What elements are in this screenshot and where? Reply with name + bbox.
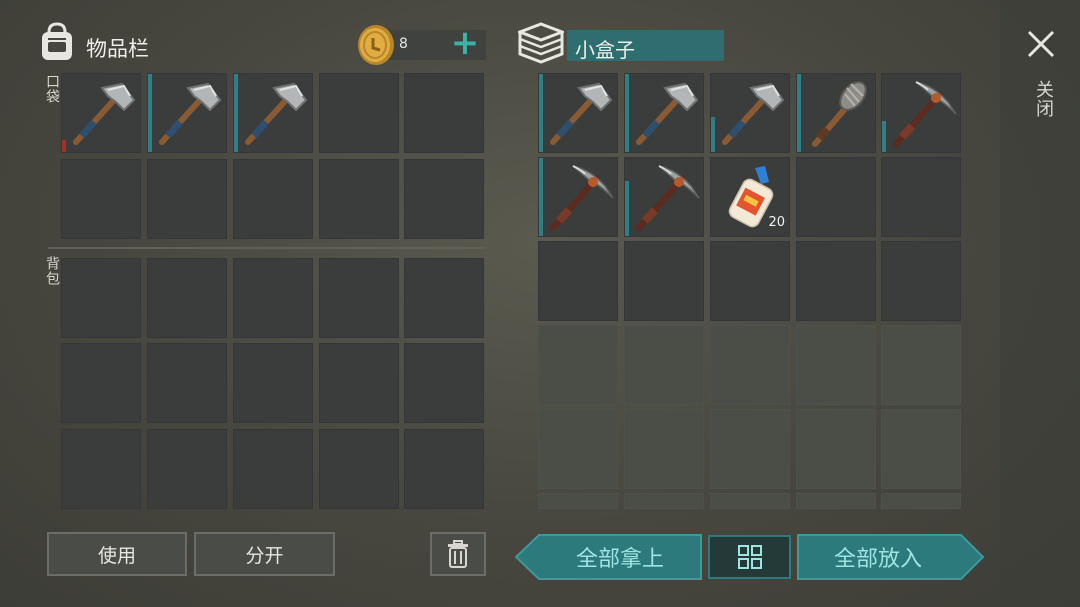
container-panel: 小盒子 20 全部拿上 全部放入 xyxy=(500,0,1000,607)
club-icon xyxy=(812,81,867,147)
container-slot[interactable] xyxy=(538,325,618,405)
durability-bar xyxy=(797,74,801,152)
container-slot[interactable] xyxy=(538,409,618,489)
container-slot[interactable] xyxy=(796,157,876,237)
container-slot[interactable] xyxy=(796,241,876,321)
durability-bar xyxy=(62,140,66,152)
durability-bar xyxy=(539,74,543,152)
container-slot[interactable] xyxy=(881,157,961,237)
backpack-slot[interactable] xyxy=(404,258,484,338)
sort-button[interactable] xyxy=(708,535,791,579)
hammer-icon xyxy=(159,82,222,145)
container-slot[interactable] xyxy=(538,241,618,321)
pickaxe-icon xyxy=(893,81,957,147)
backpack-slot[interactable] xyxy=(319,258,399,338)
backpack-slot[interactable] xyxy=(233,343,313,423)
hammer-icon xyxy=(636,82,699,145)
trash-button[interactable] xyxy=(430,532,486,576)
backpack-slot[interactable] xyxy=(147,343,227,423)
durability-bar xyxy=(234,74,238,152)
inventory-title: 物品栏 xyxy=(86,37,149,61)
container-slot[interactable] xyxy=(624,325,704,405)
durability-bar xyxy=(711,117,715,152)
split-button[interactable]: 分开 xyxy=(194,532,335,576)
container-slot[interactable] xyxy=(538,493,618,509)
container-slot[interactable] xyxy=(624,73,704,153)
pocket-slot[interactable] xyxy=(147,159,227,239)
container-slot[interactable] xyxy=(624,157,704,237)
pocket-slot[interactable] xyxy=(147,73,227,153)
backpack-label: 背包 xyxy=(44,256,60,286)
container-slot[interactable] xyxy=(710,73,790,153)
container-slot[interactable] xyxy=(624,241,704,321)
pocket-slot[interactable] xyxy=(319,159,399,239)
backpack-slot[interactable] xyxy=(147,429,227,509)
container-slot[interactable] xyxy=(624,409,704,489)
close-icon xyxy=(1027,30,1055,58)
use-button[interactable]: 使用 xyxy=(47,532,187,576)
durability-bar xyxy=(148,74,152,152)
pickaxe-icon xyxy=(636,165,700,231)
durability-bar xyxy=(625,181,629,236)
container-slot[interactable] xyxy=(881,325,961,405)
hammer-icon xyxy=(722,82,785,145)
container-slot[interactable]: 20 xyxy=(710,157,790,237)
container-slot[interactable] xyxy=(538,157,618,237)
backpack-slot[interactable] xyxy=(233,258,313,338)
container-slot[interactable] xyxy=(796,73,876,153)
backpack-slot[interactable] xyxy=(404,343,484,423)
backpack-slot[interactable] xyxy=(233,429,313,509)
container-slot[interactable] xyxy=(710,409,790,489)
coin-count: 8 xyxy=(399,36,408,52)
hammer-icon xyxy=(73,82,136,145)
close-button[interactable]: 关闭 xyxy=(1015,26,1067,136)
container-slot[interactable] xyxy=(710,241,790,321)
container-slot[interactable] xyxy=(796,493,876,509)
backpack-slot[interactable] xyxy=(404,429,484,509)
pocket-slot[interactable] xyxy=(61,73,141,153)
container-slot[interactable] xyxy=(881,493,961,509)
container-slot[interactable] xyxy=(881,73,961,153)
durability-bar xyxy=(539,158,543,236)
hammer-icon xyxy=(245,82,308,145)
trash-icon xyxy=(448,540,468,568)
backpack-slot[interactable] xyxy=(319,429,399,509)
durability-bar xyxy=(882,121,886,152)
section-divider xyxy=(48,247,486,249)
pocket-label: 口袋 xyxy=(44,74,60,104)
backpack-icon xyxy=(42,22,72,60)
container-slot[interactable] xyxy=(796,325,876,405)
take-all-button[interactable]: 全部拿上 xyxy=(540,535,700,579)
pickaxe-icon xyxy=(550,165,614,231)
pocket-slot[interactable] xyxy=(404,73,484,153)
coin-icon xyxy=(358,25,394,65)
pocket-slot[interactable] xyxy=(319,73,399,153)
backpack-slot[interactable] xyxy=(61,429,141,509)
container-slot[interactable] xyxy=(881,241,961,321)
backpack-slot[interactable] xyxy=(61,258,141,338)
box-icon xyxy=(518,22,564,64)
container-slot[interactable] xyxy=(710,325,790,405)
container-slot[interactable] xyxy=(881,409,961,489)
container-slot[interactable] xyxy=(538,73,618,153)
grid-sort-icon xyxy=(737,545,762,569)
backpack-slot[interactable] xyxy=(147,258,227,338)
close-label: 关闭 xyxy=(1033,80,1054,118)
backpack-slot[interactable] xyxy=(319,343,399,423)
container-slot[interactable] xyxy=(624,493,704,509)
container-slot[interactable] xyxy=(796,409,876,489)
put-all-button[interactable]: 全部放入 xyxy=(798,535,958,579)
item-quantity: 20 xyxy=(768,215,785,230)
container-name: 小盒子 xyxy=(575,38,635,62)
pocket-slot[interactable] xyxy=(404,159,484,239)
inventory-panel: 物品栏 8 + 口袋 背包 使用 分开 xyxy=(0,0,500,607)
container-slot[interactable] xyxy=(710,493,790,509)
add-coins-button[interactable]: + xyxy=(450,25,480,61)
pocket-slot[interactable] xyxy=(233,73,313,153)
durability-bar xyxy=(625,74,629,152)
pocket-slot[interactable] xyxy=(61,159,141,239)
pocket-slot[interactable] xyxy=(233,159,313,239)
hammer-icon xyxy=(550,82,613,145)
backpack-slot[interactable] xyxy=(61,343,141,423)
